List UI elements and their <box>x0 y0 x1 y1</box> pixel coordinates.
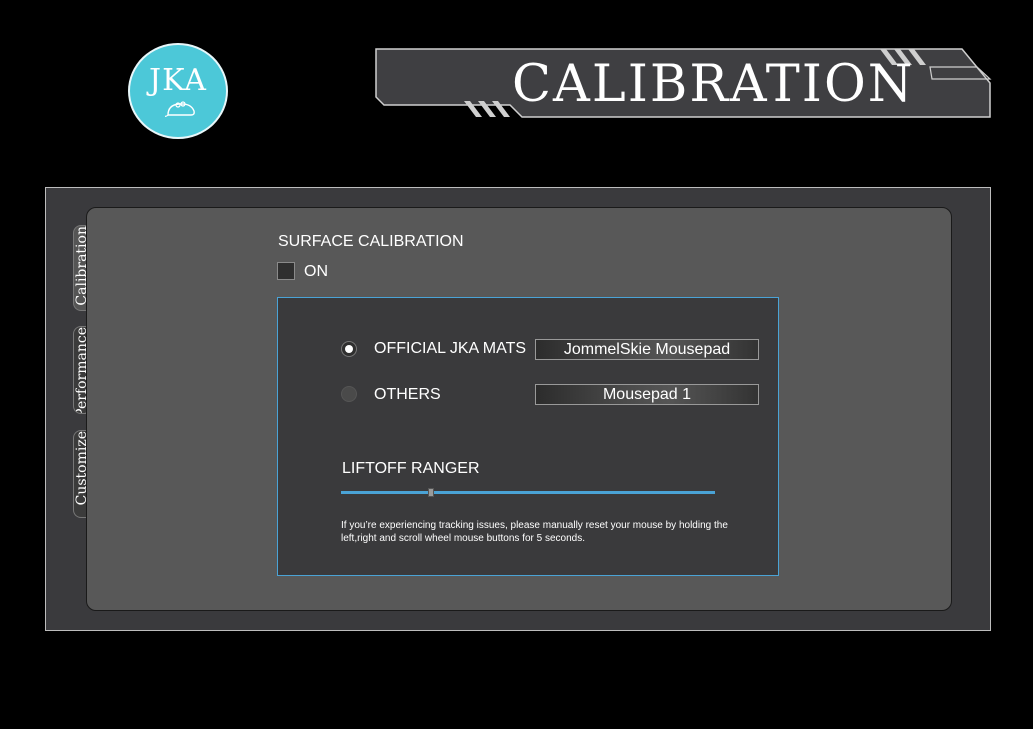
title-banner: CALIBRATION <box>372 45 994 119</box>
radio-others[interactable] <box>341 386 357 402</box>
page-title: CALIBRATION <box>512 55 915 114</box>
mouse-icon <box>165 101 195 117</box>
official-mat-select[interactable]: JommelSkie Mousepad <box>535 339 759 360</box>
checkbox-label: ON <box>304 263 328 280</box>
radio-official-mats[interactable] <box>341 341 357 357</box>
liftoff-slider[interactable] <box>341 491 715 494</box>
logo-text: JKA <box>149 63 207 98</box>
tracking-note: If you’re experiencing tracking issues, … <box>341 520 728 544</box>
other-mousepad-select[interactable]: Mousepad 1 <box>535 384 759 405</box>
option-label-official: OFFICIAL JKA MATS <box>374 340 527 357</box>
calibration-on-checkbox[interactable] <box>277 262 295 280</box>
section-title: SURFACE CALIBRATION <box>278 233 464 250</box>
liftoff-slider-thumb[interactable] <box>427 488 434 497</box>
liftoff-title: LIFTOFF RANGER <box>342 460 480 477</box>
option-label-others: OTHERS <box>374 386 441 403</box>
jka-logo: JKA <box>128 43 228 139</box>
